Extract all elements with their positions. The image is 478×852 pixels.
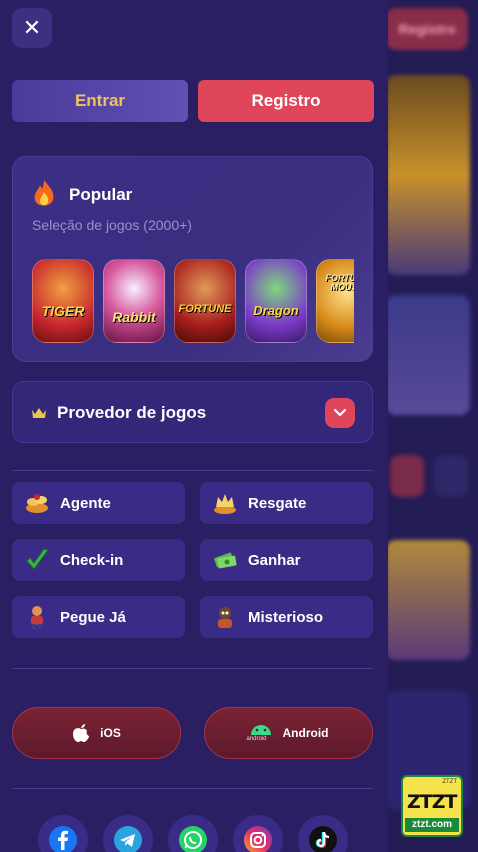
menu-item-label: Check-in: [60, 551, 124, 569]
facebook-icon: [49, 826, 77, 852]
game-thumbnail[interactable]: FORTUNE MOUSE: [316, 259, 354, 343]
menu-item-misterioso[interactable]: Misterioso: [200, 596, 373, 638]
game-thumbnail[interactable]: Rabbit: [103, 259, 165, 343]
background-app: Registro: [380, 0, 478, 852]
menu-grid: Agente Resgate Check-in Ganhar Pegue Já …: [12, 482, 373, 638]
fire-icon: [34, 180, 54, 206]
close-button[interactable]: ✕: [12, 8, 52, 48]
divider: [12, 470, 373, 471]
tiktok-link[interactable]: [298, 815, 348, 852]
tiktok-icon: [309, 826, 337, 852]
auth-buttons: Entrar Registro: [12, 80, 374, 122]
menu-item-pegue-ja[interactable]: Pegue Já: [12, 596, 185, 638]
social-links: [38, 815, 358, 852]
game-thumbnail[interactable]: FORTUNE: [174, 259, 236, 343]
gold-crown-icon: [214, 494, 236, 514]
menu-item-agente[interactable]: Agente: [12, 482, 185, 524]
login-button[interactable]: Entrar: [12, 80, 188, 122]
telegram-icon: [114, 826, 142, 852]
coins-pile-icon: [26, 494, 48, 513]
game-thumbnail[interactable]: TIGER: [32, 259, 94, 343]
instagram-icon: [244, 826, 272, 852]
facebook-link[interactable]: [38, 815, 88, 852]
menu-item-label: Misterioso: [248, 608, 324, 626]
divider: [12, 788, 373, 789]
background-banner: [386, 75, 470, 275]
games-carousel: TIGER Rabbit FORTUNE Dragon FORTUNE MOUS…: [32, 259, 354, 343]
expand-button[interactable]: [325, 398, 355, 428]
popular-title: Popular: [69, 185, 133, 204]
android-app-button[interactable]: android Android: [204, 707, 373, 759]
menu-item-label: Ganhar: [248, 551, 301, 569]
menu-item-ganhar[interactable]: Ganhar: [200, 539, 373, 581]
provider-label: Provedor de jogos: [57, 403, 207, 422]
ios-app-button[interactable]: iOS: [12, 707, 181, 759]
menu-item-label: Agente: [60, 494, 111, 512]
register-button[interactable]: Registro: [198, 80, 374, 122]
menu-item-resgate[interactable]: Resgate: [200, 482, 373, 524]
ztzt-badge[interactable]: ZTZT ZTZT ztzt.com: [401, 775, 463, 837]
menu-item-checkin[interactable]: Check-in: [12, 539, 185, 581]
crown-icon: [32, 408, 46, 418]
ios-label: iOS: [100, 726, 121, 740]
background-game-tile: [386, 295, 470, 415]
android-label: Android: [282, 726, 329, 740]
background-filter-button: [390, 455, 424, 497]
mystery-character-icon: [218, 607, 232, 628]
game-thumbnail[interactable]: Dragon: [245, 259, 307, 343]
money-icon: [214, 552, 237, 569]
close-icon: ✕: [22, 15, 42, 40]
telegram-link[interactable]: [103, 815, 153, 852]
menu-item-label: Pegue Já: [60, 608, 126, 626]
background-register-button: Registro: [386, 8, 468, 50]
whatsapp-icon: [179, 826, 207, 852]
whatsapp-link[interactable]: [168, 815, 218, 852]
android-icon: android: [247, 721, 273, 745]
character-icon: [31, 606, 43, 629]
checkmark-icon: [26, 548, 49, 570]
side-drawer: ✕ Entrar Registro Popular Seleção de jog…: [0, 0, 388, 852]
game-provider-dropdown[interactable]: Provedor de jogos: [12, 381, 373, 443]
popular-subtitle: Seleção de jogos (2000+): [32, 217, 192, 233]
apple-icon: [73, 724, 90, 742]
divider: [12, 668, 373, 669]
chevron-down-icon: [333, 408, 347, 417]
background-search-button: [434, 455, 468, 497]
background-game-tile: [386, 540, 470, 660]
instagram-link[interactable]: [233, 815, 283, 852]
popular-games-card[interactable]: Popular Seleção de jogos (2000+) TIGER R…: [12, 156, 373, 362]
menu-item-label: Resgate: [248, 494, 307, 512]
